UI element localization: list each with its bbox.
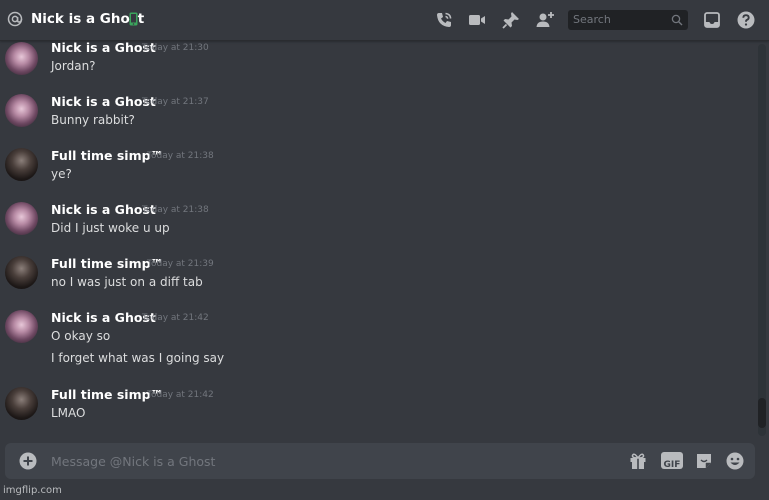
- message-text: LMAO: [51, 406, 86, 420]
- search-bar[interactable]: Search: [568, 10, 688, 30]
- avatar[interactable]: [5, 256, 38, 289]
- message-group: Nick is a Ghost Today at 21:42 O okay so…: [0, 310, 760, 370]
- mobile-icon: [129, 12, 138, 26]
- message-timestamp: Today at 21:38: [142, 205, 209, 215]
- message-group: Full time simp™ Today at 21:38 ye?: [0, 148, 760, 188]
- at-icon: [7, 11, 23, 27]
- message-text: O okay so: [51, 329, 111, 343]
- scrollbar-track[interactable]: [758, 44, 766, 436]
- gift-icon[interactable]: [628, 451, 648, 471]
- avatar[interactable]: [5, 387, 38, 420]
- scrollbar-thumb[interactable]: [758, 398, 766, 428]
- message-text: ye?: [51, 167, 72, 181]
- message-timestamp: Today at 21:42: [142, 313, 209, 323]
- gif-icon[interactable]: GIF: [661, 452, 683, 470]
- avatar[interactable]: [5, 310, 38, 343]
- avatar[interactable]: [5, 42, 38, 75]
- add-icon[interactable]: [19, 452, 37, 470]
- pin-icon[interactable]: [501, 10, 521, 30]
- search-placeholder: Search: [573, 13, 611, 26]
- gif-label: GIF: [663, 460, 681, 470]
- add-member-icon[interactable]: [535, 10, 555, 30]
- avatar[interactable]: [5, 202, 38, 235]
- message-text: Did I just woke u up: [51, 221, 170, 235]
- message-input[interactable]: [51, 443, 611, 479]
- message-composer: GIF: [5, 443, 755, 479]
- message-group: Full time simp™ Today at 21:39 no I was …: [0, 256, 760, 296]
- avatar[interactable]: [5, 148, 38, 181]
- message-timestamp: Today at 21:38: [147, 151, 214, 161]
- message-timestamp: Today at 21:30: [142, 43, 209, 53]
- message-text: Jordan?: [51, 59, 96, 73]
- message-timestamp: Today at 21:37: [142, 97, 209, 107]
- call-icon[interactable]: [434, 10, 454, 30]
- message-author[interactable]: Nick is a Ghost: [51, 310, 156, 325]
- message-text: Bunny rabbit?: [51, 113, 135, 127]
- channel-title: Nick is a Ghost: [31, 11, 145, 27]
- message-timestamp: Today at 21:39: [147, 259, 214, 269]
- message-timestamp: Today at 21:42: [147, 390, 214, 400]
- message-group: Nick is a Ghost Today at 21:30 Jordan?: [0, 40, 760, 80]
- message-author[interactable]: Nick is a Ghost: [51, 40, 156, 55]
- inbox-icon[interactable]: [702, 10, 722, 30]
- watermark: imgflip.com: [3, 485, 62, 496]
- message-text: I forget what was I going say: [51, 351, 225, 365]
- channel-header: Nick is a Ghost Search: [0, 0, 769, 41]
- message-group: Nick is a Ghost Today at 21:37 Bunny rab…: [0, 94, 760, 134]
- message-author[interactable]: Nick is a Ghost: [51, 202, 156, 217]
- search-icon[interactable]: [671, 14, 683, 26]
- message-author[interactable]: Nick is a Ghost: [51, 94, 156, 109]
- avatar[interactable]: [5, 94, 38, 127]
- video-icon[interactable]: [467, 10, 487, 30]
- message-group: Full time simp™ Today at 21:42 LMAO: [0, 387, 760, 427]
- help-icon[interactable]: [736, 10, 756, 30]
- message-group: Nick is a Ghost Today at 21:38 Did I jus…: [0, 202, 760, 242]
- message-text: no I was just on a diff tab: [51, 275, 203, 289]
- sticker-icon[interactable]: [694, 451, 714, 471]
- emoji-icon[interactable]: [725, 451, 745, 471]
